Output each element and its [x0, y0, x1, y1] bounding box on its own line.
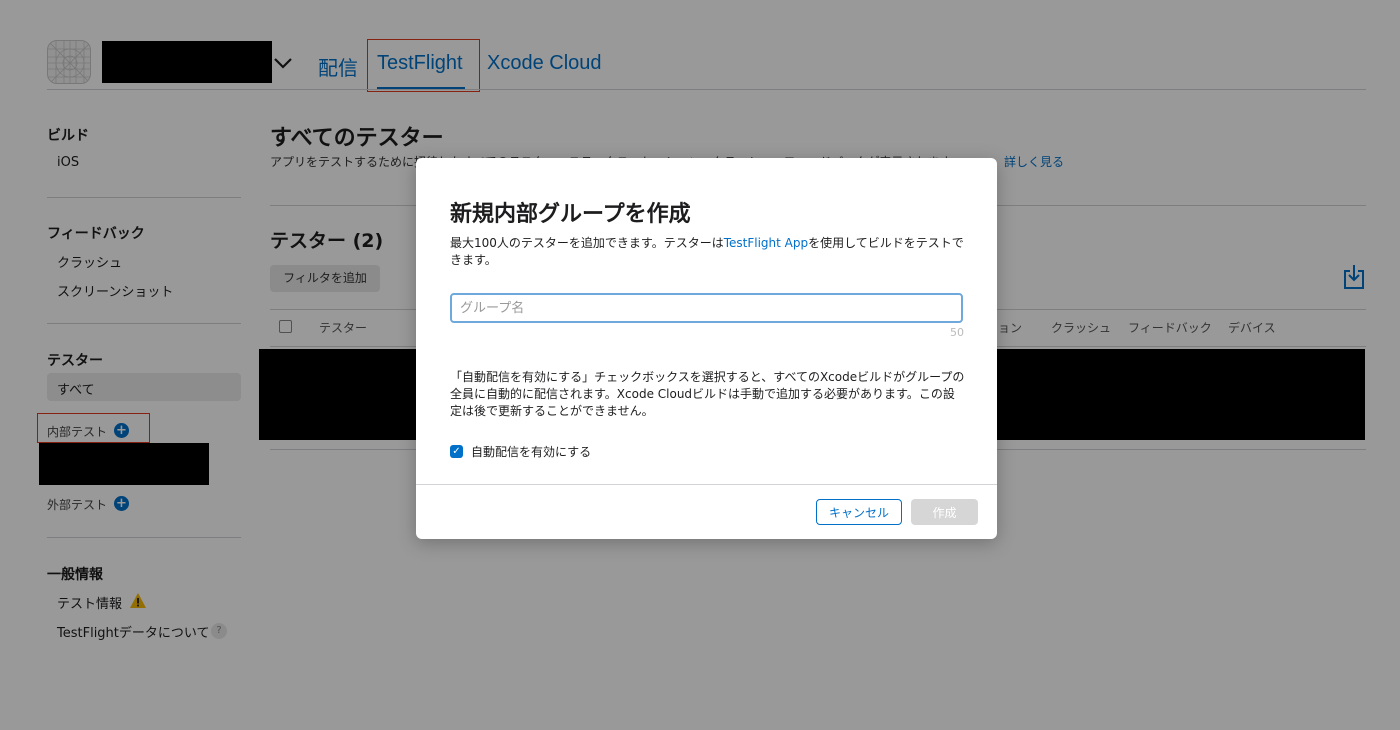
create-internal-group-dialog: 新規内部グループを作成 最大100人のテスターを追加できます。テスターはTest…	[416, 158, 997, 539]
testflight-app-link[interactable]: TestFlight App	[724, 236, 808, 250]
auto-distribution-info: 「自動配信を有効にする」チェックボックスを選択すると、すべてのXcodeビルドが…	[450, 370, 965, 418]
dialog-description-prefix: 最大100人のテスターを追加できます。テスターは	[450, 236, 724, 250]
auto-distribution-checkbox[interactable]: ✓	[450, 445, 463, 458]
dialog-footer-divider	[416, 484, 997, 485]
cancel-button[interactable]: キャンセル	[816, 499, 902, 525]
create-button[interactable]: 作成	[911, 499, 978, 525]
page: 配信 TestFlight Xcode Cloud ビルド iOS フィードバッ…	[0, 0, 1400, 730]
auto-distribution-label[interactable]: 自動配信を有効にする	[471, 443, 591, 460]
group-name-input[interactable]	[450, 293, 963, 323]
char-limit-counter: 50	[950, 326, 964, 339]
dialog-description: 最大100人のテスターを追加できます。テスターはTestFlight Appを使…	[450, 235, 965, 269]
dialog-title: 新規内部グループを作成	[450, 202, 691, 227]
